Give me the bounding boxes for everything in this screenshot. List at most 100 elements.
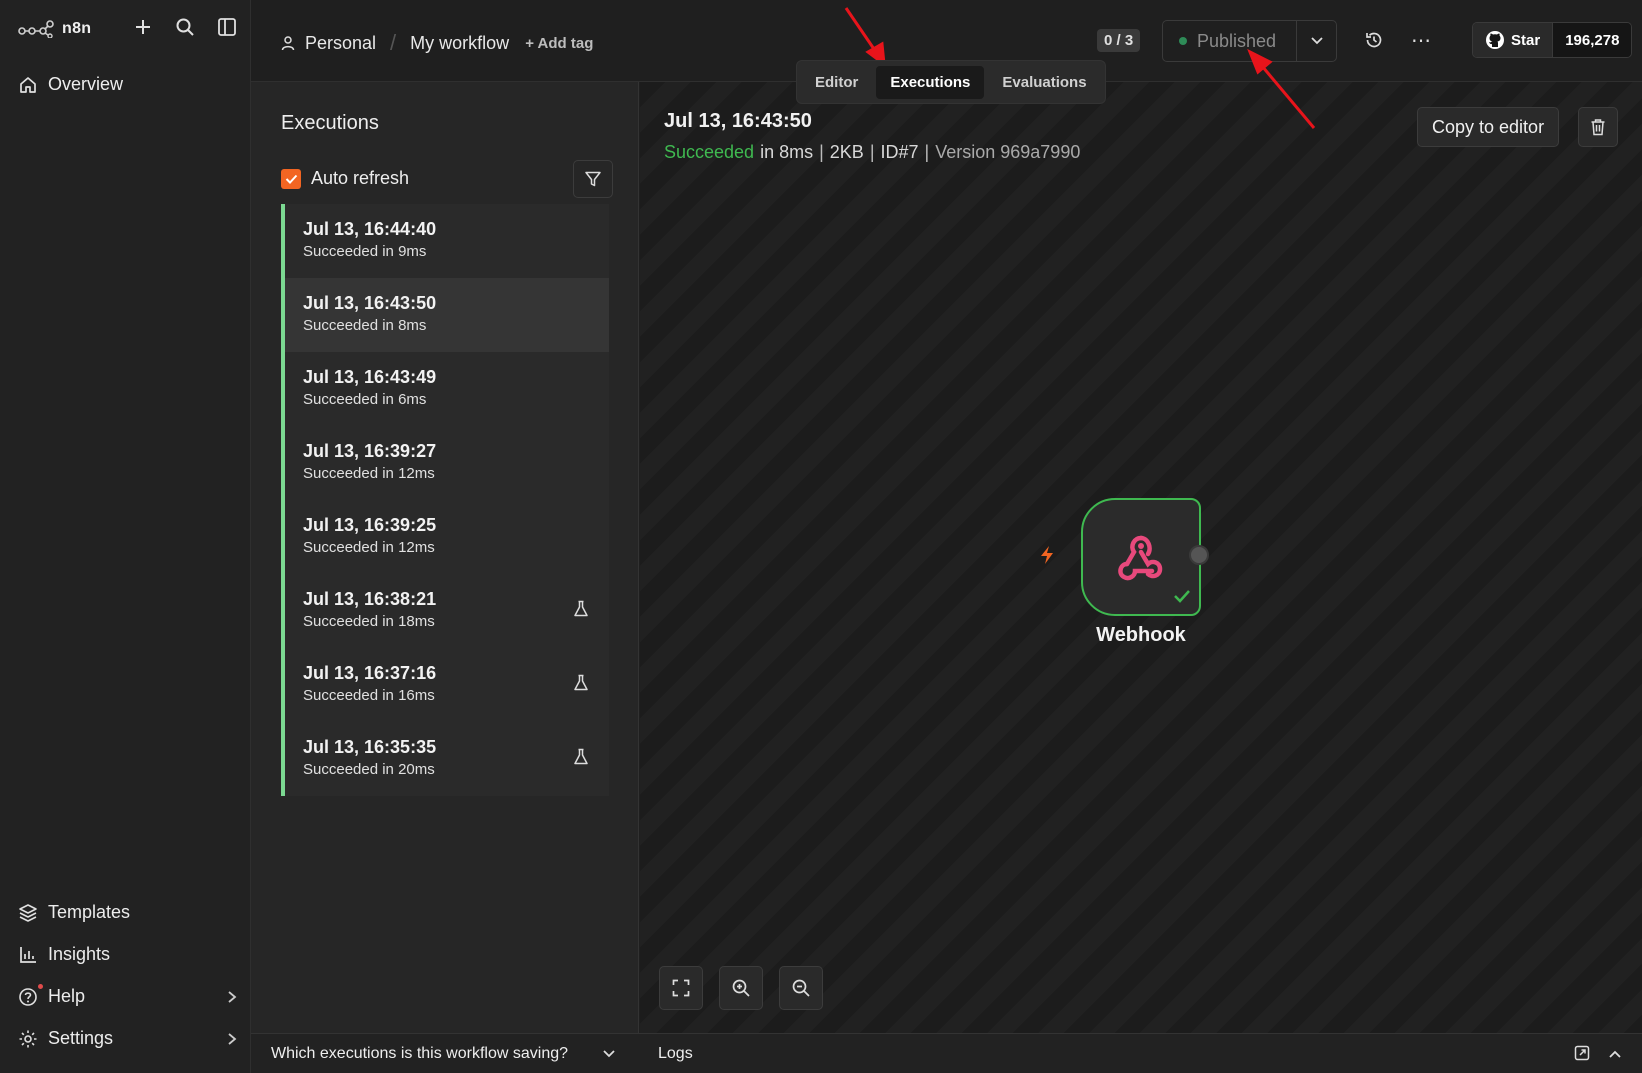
executions-title: Executions [281, 112, 379, 134]
filter-button[interactable] [573, 160, 613, 198]
nav-settings[interactable]: Settings [18, 1028, 238, 1049]
execution-id: ID#7 [880, 142, 919, 162]
execution-list-item[interactable]: Jul 13, 16:44:40 Succeeded in 9ms [281, 204, 609, 278]
github-star-label: Star [1511, 31, 1541, 49]
publish-button-group: Published [1162, 20, 1337, 62]
execution-time: Jul 13, 16:37:16 [303, 663, 437, 683]
execution-list-item[interactable]: Jul 13, 16:35:35 Succeeded in 20ms [281, 722, 609, 796]
checkmark-icon [285, 174, 297, 184]
tab-executions[interactable]: Executions [876, 65, 985, 99]
help-icon [19, 987, 37, 1006]
trigger-bolt-icon [1038, 545, 1056, 570]
nav-overview[interactable]: Overview [18, 74, 238, 95]
chevron-right-icon [228, 990, 237, 1003]
add-tag-button[interactable]: + Add tag [525, 35, 593, 52]
publish-dropdown-button[interactable] [1296, 21, 1336, 61]
fit-view-button[interactable] [659, 966, 703, 1010]
logo-text: n8n [62, 20, 92, 37]
plus-icon[interactable] [132, 16, 154, 38]
flask-icon [573, 748, 589, 771]
n8n-logo-icon [18, 20, 54, 38]
execution-status: Succeeded in 12ms [303, 465, 435, 482]
workflow-canvas[interactable]: Jul 13, 16:43:50 Succeeded in 8ms | 2KB … [640, 82, 1642, 1033]
nav-insights[interactable]: Insights [18, 944, 238, 965]
execution-time: Jul 13, 16:44:40 [303, 219, 437, 239]
nav-help-label: Help [48, 986, 86, 1006]
breadcrumb: Personal / My workflow + Add tag [281, 30, 593, 56]
executions-list: Jul 13, 16:44:40 Succeeded in 9ms Jul 13… [281, 204, 609, 796]
execution-status: Succeeded in 6ms [303, 391, 427, 408]
node-output-handle[interactable] [1189, 545, 1209, 565]
open-in-window-icon[interactable] [1574, 1045, 1590, 1066]
auto-refresh-checkbox[interactable] [281, 168, 301, 189]
execution-list-item-selected[interactable]: Jul 13, 16:43:50 Succeeded in 8ms [281, 278, 609, 352]
github-icon [1486, 31, 1504, 49]
github-star[interactable]: Star [1473, 23, 1554, 57]
more-options-icon[interactable]: ⋯ [1411, 28, 1432, 53]
zoom-in-button[interactable] [719, 966, 763, 1010]
execution-status: Succeeded in 8ms [303, 317, 427, 334]
zoom-out-button[interactable] [779, 966, 823, 1010]
execution-meta: Succeeded in 8ms | 2KB | ID#7 | Version … [664, 142, 1080, 163]
flask-icon [573, 674, 589, 697]
webhook-icon [1118, 535, 1163, 581]
breadcrumb-separator: / [390, 30, 397, 55]
execution-status: Succeeded in 16ms [303, 687, 435, 704]
execution-list-item[interactable]: Jul 13, 16:38:21 Succeeded in 18ms [281, 574, 609, 648]
execution-size: 2KB [829, 142, 864, 162]
flask-icon [573, 600, 589, 623]
sidebar-toggle-icon[interactable] [216, 16, 238, 38]
auto-refresh-toggle[interactable]: Auto refresh [281, 168, 409, 189]
executions-saving-toggle[interactable]: Which executions is this workflow saving… [251, 1033, 640, 1073]
templates-icon [19, 903, 37, 922]
filter-icon [585, 171, 601, 187]
execution-status-text: Succeeded [664, 142, 755, 162]
execution-list-item[interactable]: Jul 13, 16:43:49 Succeeded in 6ms [281, 352, 609, 426]
github-star-count: 196,278 [1553, 23, 1632, 57]
nav-help[interactable]: Help [18, 984, 238, 1007]
copy-to-editor-button[interactable]: Copy to editor [1417, 107, 1560, 147]
execution-version: Version 969a7990 [935, 142, 1081, 162]
tab-editor[interactable]: Editor [801, 66, 872, 99]
execution-time: Jul 13, 16:39:25 [303, 515, 437, 535]
published-button[interactable]: Published [1163, 21, 1296, 61]
chevron-up-icon[interactable] [1608, 1046, 1622, 1064]
logs-bar[interactable]: Logs [640, 1033, 1642, 1073]
execution-time: Jul 13, 16:43:49 [303, 367, 437, 387]
app-sidebar: n8n Overview Templates Insights Help Set… [0, 0, 251, 1073]
trash-icon [1591, 119, 1605, 136]
search-icon[interactable] [174, 16, 196, 38]
execution-status: Succeeded in 18ms [303, 613, 435, 630]
execution-time: Jul 13, 16:39:27 [303, 441, 437, 461]
project-link[interactable]: Personal [305, 33, 376, 54]
execution-duration: in 8ms [760, 142, 814, 162]
delete-execution-button[interactable] [1578, 107, 1618, 147]
published-label: Published [1197, 30, 1277, 51]
view-tabs: Editor Executions Evaluations [796, 60, 1106, 104]
nav-overview-label: Overview [48, 74, 124, 94]
nav-templates[interactable]: Templates [18, 902, 238, 923]
workflow-name[interactable]: My workflow [410, 33, 509, 54]
logo[interactable]: n8n [18, 16, 91, 42]
chevron-right-icon [228, 1032, 237, 1045]
executions-saving-question: Which executions is this workflow saving… [271, 1044, 569, 1062]
github-star-button[interactable]: Star 196,278 [1472, 22, 1633, 58]
execution-list-item[interactable]: Jul 13, 16:39:25 Succeeded in 12ms [281, 500, 609, 574]
history-icon[interactable] [1364, 30, 1384, 55]
execution-status: Succeeded in 9ms [303, 243, 427, 260]
execution-list-item[interactable]: Jul 13, 16:37:16 Succeeded in 16ms [281, 648, 609, 722]
status-dot [1179, 37, 1187, 45]
auto-refresh-label: Auto refresh [311, 168, 410, 188]
meta-separator: | [924, 142, 930, 162]
execution-list-item[interactable]: Jul 13, 16:39:27 Succeeded in 12ms [281, 426, 609, 500]
webhook-node[interactable] [1081, 498, 1201, 616]
execution-time: Jul 13, 16:35:35 [303, 737, 437, 757]
nav-templates-label: Templates [48, 902, 131, 922]
execution-time: Jul 13, 16:43:50 [303, 293, 437, 313]
fullscreen-icon [672, 979, 690, 997]
executions-panel: Executions Auto refresh Jul 13, 16:44:40… [251, 82, 639, 1033]
evaluation-counter-badge: 0 / 3 [1097, 29, 1141, 52]
tab-evaluations[interactable]: Evaluations [988, 66, 1100, 99]
execution-time: Jul 13, 16:38:21 [303, 589, 437, 609]
canvas-controls [659, 966, 823, 1010]
